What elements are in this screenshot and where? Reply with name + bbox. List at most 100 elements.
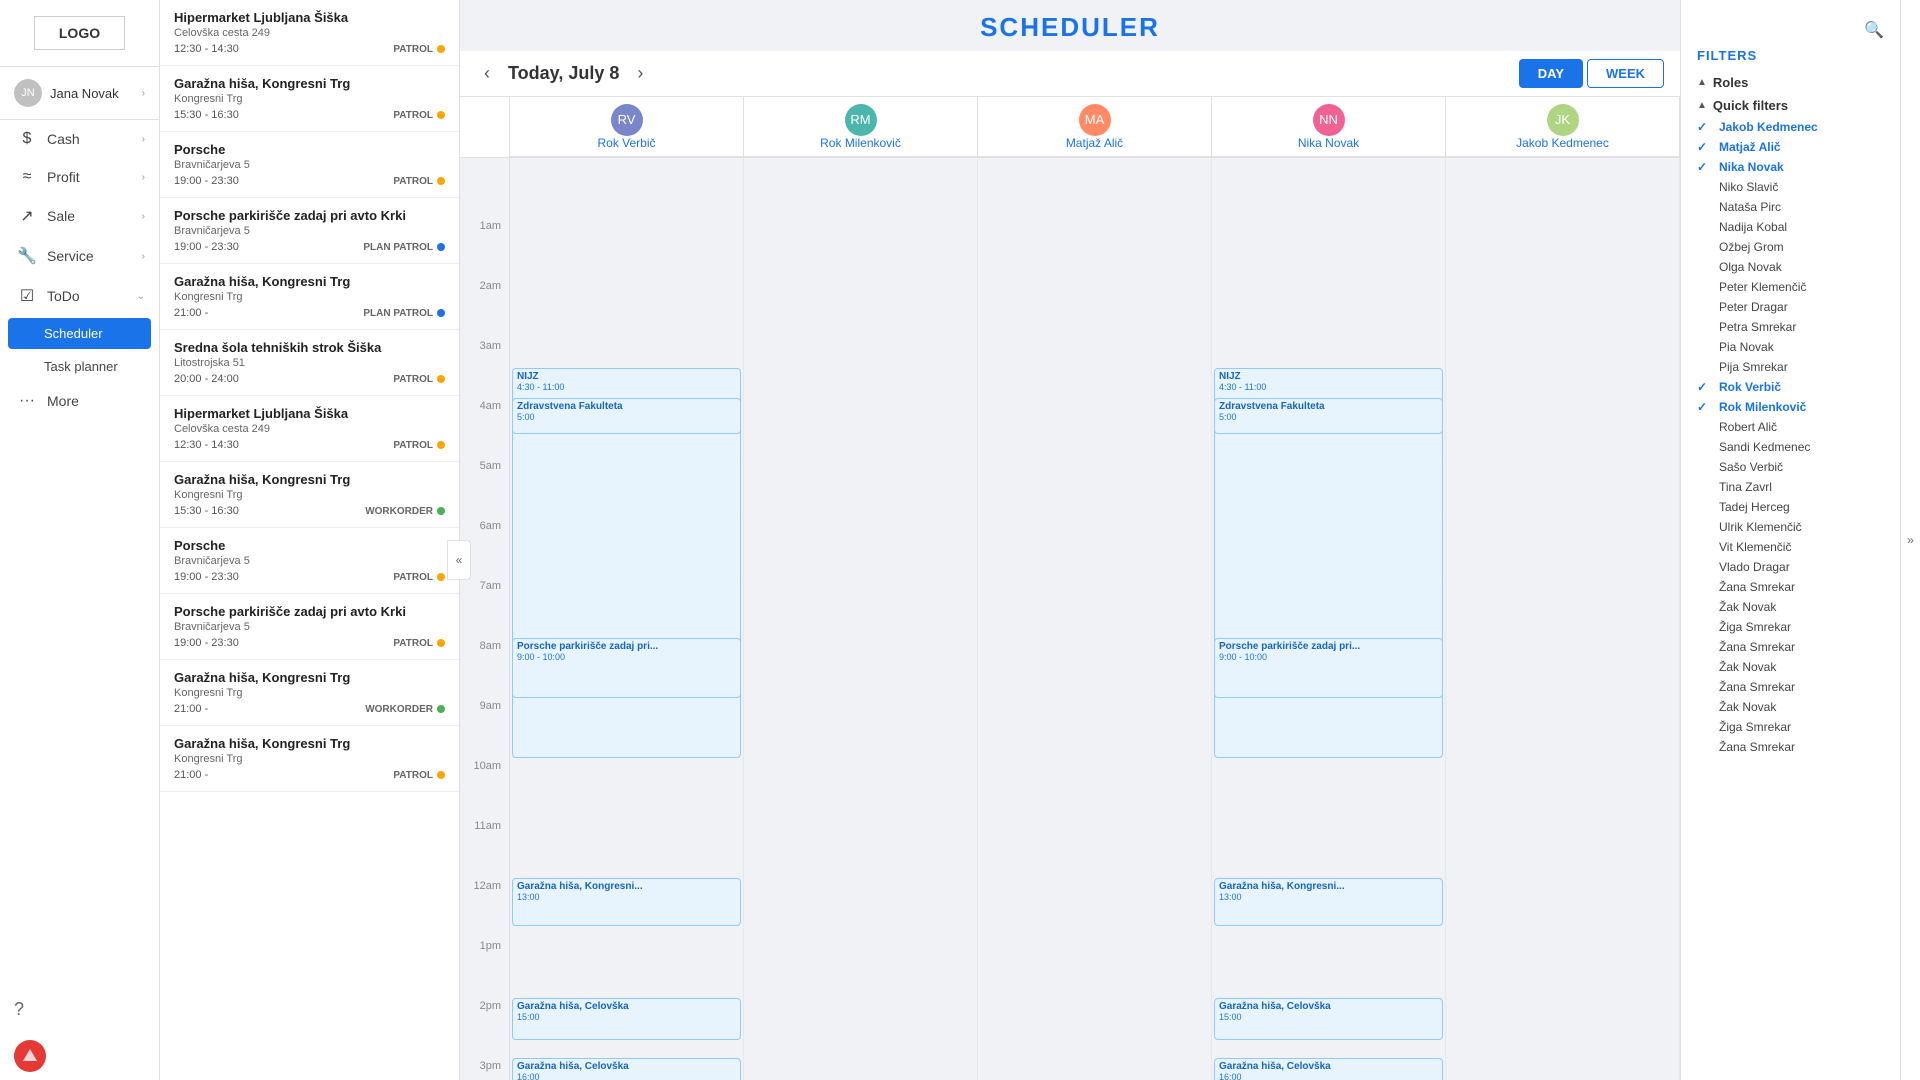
task-item[interactable]: Garažna hiša, Kongresni Trg Kongresni Tr… [160, 264, 459, 330]
filter-person-matjaz-alic[interactable]: ✓ Matjaž Alič [1681, 137, 1900, 157]
filter-person-vit-klemencic[interactable]: Vit Klemenčič [1681, 537, 1900, 557]
sidebar-item-task-planner[interactable]: Task planner [0, 351, 159, 382]
event-title: Garažna hiša, Celovška [1219, 1001, 1438, 1012]
filter-person-rok-verbic[interactable]: ✓ Rok Verbič [1681, 377, 1900, 397]
staff-col-rok-milenkovic [744, 158, 978, 1080]
filter-person-name: Pia Novak [1719, 340, 1774, 354]
calendar-scroll[interactable]: 1am2am3am4am5am6am7am8am9am10am11am12am1… [460, 158, 1680, 1080]
task-item[interactable]: Porsche parkirišče zadaj pri avto Krki B… [160, 594, 459, 660]
task-item[interactable]: Garažna hiša, Kongresni Trg Kongresni Tr… [160, 726, 459, 792]
task-item[interactable]: Porsche Bravničarjeva 5 19:00 - 23:30 PA… [160, 528, 459, 594]
filter-person-nadija-kobal[interactable]: Nadija Kobal [1681, 217, 1900, 237]
time-slot: 2pm [460, 998, 509, 1058]
filter-person-tadej-herceg[interactable]: Tadej Herceg [1681, 497, 1900, 517]
task-item[interactable]: Porsche parkirišče zadaj pri avto Krki B… [160, 198, 459, 264]
filter-person-vlado-dragar[interactable]: Vlado Dragar [1681, 557, 1900, 577]
task-address: Celovška cesta 249 [174, 27, 445, 39]
event-block[interactable]: Porsche parkirišče zadaj pri... 9:00 - 1… [1214, 638, 1443, 698]
search-button[interactable]: 🔍 [1856, 16, 1892, 44]
filter-person-zak-novak3[interactable]: Žak Novak [1681, 697, 1900, 717]
roles-section-header[interactable]: ▲ Roles [1681, 71, 1900, 94]
filter-person-zana-smrekar2[interactable]: Žana Smrekar [1681, 637, 1900, 657]
task-status-dot [437, 639, 445, 647]
staff-name: Nika Novak [1298, 136, 1359, 150]
filter-person-tina-zavrl[interactable]: Tina Zavrl [1681, 477, 1900, 497]
filter-person-nika-novak[interactable]: ✓ Nika Novak [1681, 157, 1900, 177]
sidebar-item-todo[interactable]: ☑ ToDo ⌄ [0, 276, 159, 316]
filter-person-peter-dragar[interactable]: Peter Dragar [1681, 297, 1900, 317]
task-badge: PATROL [393, 374, 445, 385]
filter-person-pija-smrekar[interactable]: Pija Smrekar [1681, 357, 1900, 377]
prev-day-button[interactable]: ‹ [476, 59, 498, 88]
filter-person-ozbej-grom[interactable]: Ožbej Grom [1681, 237, 1900, 257]
filter-person-sandi-kedmenec[interactable]: Sandi Kedmenec [1681, 437, 1900, 457]
right-panel-toggle[interactable]: » [1900, 0, 1920, 1080]
sidebar-item-cash[interactable]: $ Cash › [0, 120, 159, 158]
filter-person-olga-novak[interactable]: Olga Novak [1681, 257, 1900, 277]
scheduler-label: Scheduler [44, 326, 103, 341]
sidebar-item-more[interactable]: ··· More [0, 382, 159, 420]
task-title: Garažna hiša, Kongresni Trg [174, 670, 445, 685]
filter-person-pia-novak[interactable]: Pia Novak [1681, 337, 1900, 357]
filter-person-zana-smrekar3[interactable]: Žana Smrekar [1681, 677, 1900, 697]
task-item[interactable]: Sredna šola tehniških strok Šiška Litost… [160, 330, 459, 396]
task-address: Celovška cesta 249 [174, 423, 445, 435]
filter-person-zana-smrekar4[interactable]: Žana Smrekar [1681, 737, 1900, 757]
day-view-button[interactable]: DAY [1519, 59, 1583, 88]
task-title: Porsche [174, 142, 445, 157]
task-item[interactable]: Garažna hiša, Kongresni Trg Kongresni Tr… [160, 462, 459, 528]
task-item[interactable]: Porsche Bravničarjeva 5 19:00 - 23:30 PA… [160, 132, 459, 198]
task-panel-toggle[interactable]: « [447, 540, 471, 580]
filter-person-saso-verbic[interactable]: Sašo Verbič [1681, 457, 1900, 477]
calendar-grid: 1am2am3am4am5am6am7am8am9am10am11am12am1… [460, 158, 1680, 1080]
quick-filters-section-header[interactable]: ▲ Quick filters [1681, 94, 1900, 117]
event-block[interactable]: Zdravstvena Fakulteta 5:00 [1214, 398, 1443, 434]
event-block[interactable]: Garažna hiša, Celovška 15:00 [1214, 998, 1443, 1040]
filter-person-niko-slavic[interactable]: Niko Slavič [1681, 177, 1900, 197]
filter-person-ziga-smrekar[interactable]: Žiga Smrekar [1681, 617, 1900, 637]
help-icon[interactable]: ? [14, 999, 24, 1020]
filter-person-ulrik-klemencic[interactable]: Ulrik Klemenčič [1681, 517, 1900, 537]
event-block[interactable]: Garažna hiša, Celovška 16:00 [512, 1058, 741, 1080]
filter-person-zak-novak2[interactable]: Žak Novak [1681, 657, 1900, 677]
event-block[interactable]: Porsche parkirišče zadaj pri... 9:00 - 1… [512, 638, 741, 698]
sidebar-item-sale[interactable]: ↗ Sale › [0, 196, 159, 236]
filter-person-ziga-smrekar2[interactable]: Žiga Smrekar [1681, 717, 1900, 737]
task-item[interactable]: Garažna hiša, Kongresni Trg Kongresni Tr… [160, 660, 459, 726]
event-block[interactable]: Garažna hiša, Kongresni... 13:00 [512, 878, 741, 926]
event-block[interactable]: Garažna hiša, Kongresni... 13:00 [1214, 878, 1443, 926]
filter-person-petra-smrekar[interactable]: Petra Smrekar [1681, 317, 1900, 337]
staff-col-rok-verbic: NIJZ 4:30 - 11:00 Zdravstvena Fakulteta … [510, 158, 744, 1080]
filter-person-robert-alic[interactable]: Robert Alič [1681, 417, 1900, 437]
next-day-button[interactable]: › [629, 59, 651, 88]
event-block[interactable]: Garažna hiša, Celovška 16:00 [1214, 1058, 1443, 1080]
task-status-dot [437, 507, 445, 515]
task-status-dot [437, 111, 445, 119]
filter-person-natasa-pirc[interactable]: Nataša Pirc [1681, 197, 1900, 217]
filter-person-zana-smrekar[interactable]: Žana Smrekar [1681, 577, 1900, 597]
task-time: 19:00 - 23:30 [174, 637, 239, 649]
filter-person-name: Žana Smrekar [1719, 740, 1795, 754]
task-item[interactable]: Hipermarket Ljubljana Šiška Celovška ces… [160, 0, 459, 66]
filter-person-peter-klemencic[interactable]: Peter Klemenčič [1681, 277, 1900, 297]
check-icon: ✓ [1697, 400, 1711, 414]
filter-person-jakob-kedmenec[interactable]: ✓ Jakob Kedmenec [1681, 117, 1900, 137]
event-block[interactable]: Garažna hiša, Celovška 15:00 [512, 998, 741, 1040]
filter-person-zak-novak[interactable]: Žak Novak [1681, 597, 1900, 617]
filter-person-name: Matjaž Alič [1719, 140, 1781, 154]
sidebar-item-service[interactable]: 🔧 Service › [0, 236, 159, 276]
staff-header-matjaz-alic: MA Matjaž Alič [978, 97, 1212, 157]
task-title: Hipermarket Ljubljana Šiška [174, 406, 445, 421]
event-block[interactable]: Zdravstvena Fakulteta 5:00 [512, 398, 741, 434]
check-icon: ✓ [1697, 140, 1711, 154]
event-title: Garažna hiša, Kongresni... [1219, 881, 1438, 892]
filter-person-rok-milenkovic[interactable]: ✓ Rok Milenkovič [1681, 397, 1900, 417]
user-area[interactable]: JN Jana Novak › [0, 67, 159, 120]
task-item[interactable]: Hipermarket Ljubljana Šiška Celovška ces… [160, 396, 459, 462]
sidebar-item-profit[interactable]: ≈ Profit › [0, 158, 159, 196]
check-icon: ✓ [1697, 160, 1711, 174]
sidebar-item-scheduler[interactable]: Scheduler [8, 318, 151, 349]
staff-avatar: RV [611, 104, 643, 136]
task-item[interactable]: Garažna hiša, Kongresni Trg Kongresni Tr… [160, 66, 459, 132]
week-view-button[interactable]: WEEK [1587, 59, 1664, 88]
